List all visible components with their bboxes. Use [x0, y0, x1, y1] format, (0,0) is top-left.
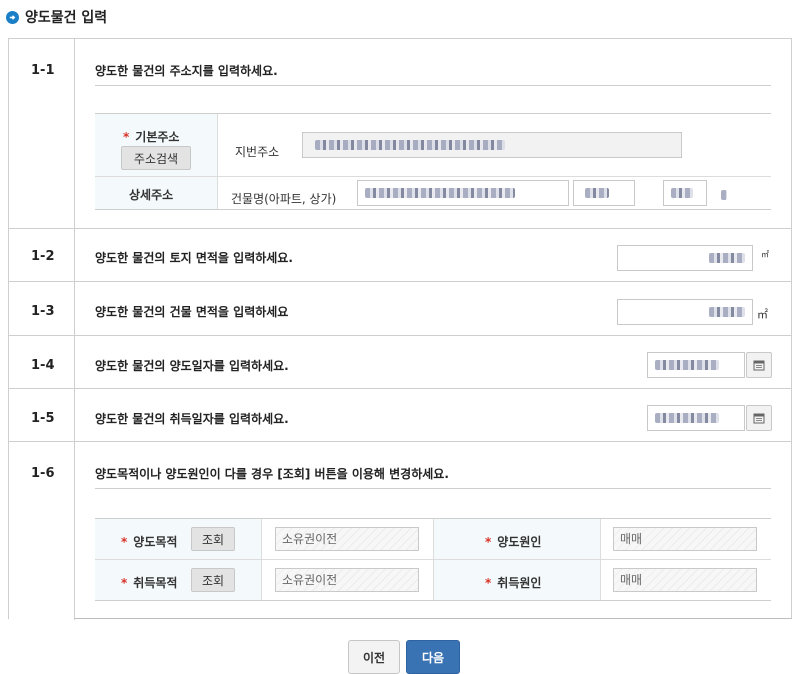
- acquire-cause-label: * 취득원인: [485, 576, 542, 590]
- arrow-circle-icon: [6, 10, 19, 24]
- lookup-button[interactable]: 조회: [191, 527, 235, 551]
- section-address: 1-1 양도한 물건의 주소지를 입력하세요. * 기본주소 주소검색 지번주소 …: [9, 39, 791, 229]
- transfer-cause-field[interactable]: 매매: [613, 527, 757, 551]
- prev-button[interactable]: 이전: [348, 640, 400, 674]
- redacted-text: [315, 140, 505, 150]
- transfer-purpose-field[interactable]: 소유권이전: [275, 527, 419, 551]
- lookup-button[interactable]: 조회: [191, 568, 235, 592]
- section-number: 1-1: [9, 39, 75, 228]
- detail-address-label: 상세주소: [129, 188, 174, 202]
- section-transfer-date: 1-4 양도한 물건의 양도일자를 입력하세요.: [9, 336, 791, 389]
- building-name-label: 건물명(아파트, 상가): [231, 192, 337, 206]
- section-question: 양도한 물건의 토지 면적을 입력하세요.: [95, 251, 293, 265]
- transfer-purpose-label: * 양도목적: [121, 535, 178, 549]
- page-title: 양도물건 입력: [25, 10, 108, 26]
- address-search-button[interactable]: 주소검색: [121, 146, 191, 170]
- calendar-icon[interactable]: [746, 405, 772, 431]
- calendar-icon[interactable]: [746, 352, 772, 378]
- jibun-address-label: 지번주소: [235, 145, 280, 159]
- basic-address-label: * 기본주소: [123, 130, 180, 144]
- input-form: 1-1 양도한 물건의 주소지를 입력하세요. * 기본주소 주소검색 지번주소 …: [8, 38, 792, 620]
- section-question: 양도한 물건의 취득일자를 입력하세요.: [95, 412, 289, 426]
- purpose-cause-table: * 양도목적 조회 소유권이전 * 양도원인 매매 * 취득목적 조회 소유권이전 *…: [95, 518, 771, 601]
- transfer-cause-label: * 양도원인: [485, 535, 542, 549]
- section-purpose-cause: 1-6 양도목적이나 양도원인이 다를 경우 [조회] 버튼을 이용해 변경하세…: [9, 442, 791, 620]
- section-question: 양도한 물건의 건물 면적을 입력하세요: [95, 305, 289, 319]
- section-question: 양도목적이나 양도원인이 다를 경우 [조회] 버튼을 이용해 변경하세요.: [95, 467, 449, 481]
- next-button[interactable]: 다음: [406, 640, 460, 674]
- section-question: 양도한 물건의 주소지를 입력하세요.: [95, 64, 278, 78]
- page-header: 양도물건 입력: [6, 6, 107, 28]
- acquire-purpose-field[interactable]: 소유권이전: [275, 568, 419, 592]
- acquire-cause-field[interactable]: 매매: [613, 568, 757, 592]
- section-land-area: 1-2 양도한 물건의 토지 면적을 입력하세요. ㎡: [9, 229, 791, 282]
- address-table: * 기본주소 주소검색 지번주소 상세주소 건물명(아파트, 상가): [95, 113, 771, 210]
- section-building-area: 1-3 양도한 물건의 건물 면적을 입력하세요 ㎡: [9, 282, 791, 336]
- acquire-purpose-label: * 취득목적: [121, 576, 178, 590]
- section-question: 양도한 물건의 양도일자를 입력하세요.: [95, 359, 289, 373]
- section-acquire-date: 1-5 양도한 물건의 취득일자를 입력하세요.: [9, 389, 791, 442]
